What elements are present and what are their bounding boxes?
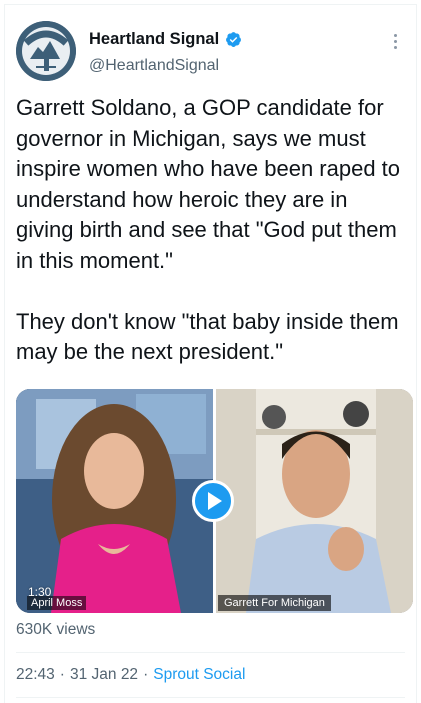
author-name-row[interactable]: Heartland Signal bbox=[89, 30, 242, 49]
author-handle[interactable]: @HeartlandSignal bbox=[89, 57, 219, 75]
tweet-source-link[interactable]: Sprout Social bbox=[153, 666, 245, 684]
author-display-name[interactable]: Heartland Signal bbox=[89, 30, 219, 49]
video-caption-left: April Moss bbox=[27, 596, 87, 610]
tweet-time[interactable]: 22:43 bbox=[16, 666, 55, 684]
tweet-card: Heartland Signal @HeartlandSignal Garret… bbox=[4, 4, 417, 703]
heartland-signal-logo bbox=[16, 21, 76, 81]
meta-separator: · bbox=[143, 666, 149, 683]
divider bbox=[16, 697, 405, 698]
view-count: 630K views bbox=[16, 621, 96, 638]
video-player[interactable]: 1:30 April Moss Garrett For Michigan bbox=[16, 389, 413, 613]
video-caption-right: Garrett For Michigan bbox=[218, 595, 331, 611]
more-options-icon[interactable] bbox=[386, 31, 404, 51]
meta-separator: · bbox=[59, 666, 65, 683]
tweet-text: Garrett Soldano, a GOP candidate for gov… bbox=[16, 95, 401, 364]
play-icon[interactable] bbox=[192, 480, 234, 522]
tweet-meta: 22:43 · 31 Jan 22 · Sprout Social bbox=[16, 666, 245, 684]
divider bbox=[16, 652, 405, 653]
tweet-date[interactable]: 31 Jan 22 bbox=[70, 666, 138, 684]
author-avatar[interactable] bbox=[16, 21, 76, 81]
verified-badge-icon bbox=[226, 32, 242, 47]
